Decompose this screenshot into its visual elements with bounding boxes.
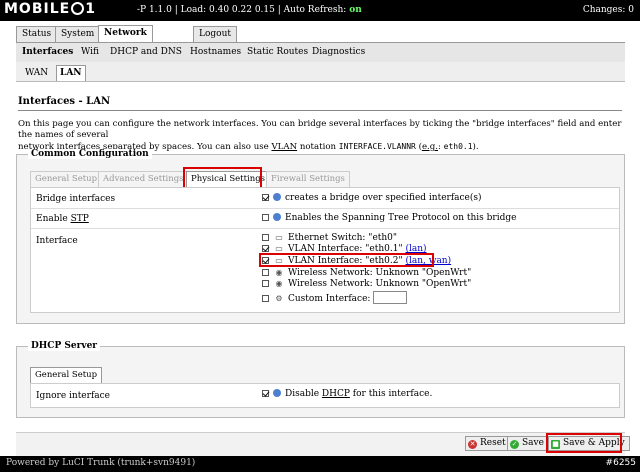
footer: Powered by LuCI Trunk (trunk+svn9491) #6… [0, 456, 640, 472]
iface-tab-wan[interactable]: WAN [22, 66, 51, 80]
vlan-icon: ▭ [275, 244, 283, 253]
changes-counter[interactable]: Changes: 0 [583, 5, 634, 15]
tab-dhcp-general-setup[interactable]: General Setup [30, 367, 103, 383]
subtab-diagnostics[interactable]: Diagnostics [312, 47, 365, 57]
ignore-interface-label: Ignore interface [36, 391, 111, 401]
help-icon [273, 389, 281, 397]
page-title: Interfaces - LAN [18, 96, 111, 107]
wifi-1-checkbox[interactable] [262, 269, 269, 276]
reset-button[interactable]: ✕ Reset [465, 436, 511, 451]
page-description: On this page you can configure the netwo… [18, 119, 622, 152]
help-icon [273, 193, 281, 201]
powered-by: Powered by LuCI Trunk (trunk+svn9491) [6, 458, 196, 468]
wifi-2-checkbox[interactable] [262, 280, 269, 287]
highlight-physical-settings [183, 167, 262, 189]
enable-stp-label: Enable STP [36, 214, 89, 224]
bridge-interfaces-field: creates a bridge over specified interfac… [262, 193, 482, 203]
interface-option-custom[interactable]: ⚙ Custom Interface: [262, 291, 408, 304]
ignore-interface-field: Disable DHCP for this interface. [262, 389, 432, 399]
tab-status[interactable]: Status [16, 26, 58, 42]
subtab-interfaces[interactable]: Interfaces [22, 47, 73, 57]
eth0-1-checkbox[interactable] [262, 245, 269, 252]
auto-refresh-toggle[interactable]: on [349, 5, 362, 15]
tab-network[interactable]: Network [98, 25, 153, 43]
interface-label: Interface [36, 236, 78, 246]
tab-advanced-settings[interactable]: Advanced Settings [98, 171, 189, 187]
save-icon: ✓ [510, 440, 519, 449]
subtab-dhcp-dns[interactable]: DHCP and DNS [110, 47, 182, 57]
top-bar: MOBILE 1 -P 1.1.0 | Load: 0.40 0.22 0.15 … [0, 0, 640, 21]
ignore-interface-checkbox[interactable] [262, 390, 269, 397]
subtab-wifi[interactable]: Wifi [81, 47, 99, 57]
custom-interface-icon: ⚙ [275, 294, 283, 303]
switch-icon: ▭ [275, 233, 283, 242]
highlight-eth0-2 [259, 253, 434, 267]
iface-tab-lan[interactable]: LAN [56, 65, 86, 81]
wifi-icon: ◉ [275, 268, 283, 277]
subtab-hostnames[interactable]: Hostnames [190, 47, 241, 57]
save-button[interactable]: ✓ Save [507, 436, 549, 451]
stp-checkbox[interactable] [262, 214, 269, 221]
common-config-legend: Common Configuration [28, 149, 152, 159]
system-status: -P 1.1.0 | Load: 0.40 0.22 0.15 | Auto R… [137, 5, 362, 15]
bridge-interfaces-label: Bridge interfaces [36, 194, 116, 204]
interface-option-eth0[interactable]: ▭ Ethernet Switch: "eth0" [262, 233, 397, 243]
stp-field: Enables the Spanning Tree Protocol on th… [262, 213, 516, 223]
title-divider [18, 110, 622, 111]
interface-option-wifi-2[interactable]: ◉ Wireless Network: Unknown "OpenWrt" [262, 279, 471, 289]
dhcp-server-legend: DHCP Server [28, 341, 101, 351]
bridge-checkbox[interactable] [262, 194, 269, 201]
tab-system[interactable]: System [55, 26, 101, 42]
eth0-checkbox[interactable] [262, 234, 269, 241]
watermark: #6255 [605, 458, 636, 468]
subtab-static-routes[interactable]: Static Routes [247, 47, 308, 57]
interface-tab-bar [16, 62, 625, 82]
custom-checkbox[interactable] [262, 295, 269, 302]
site-logo: MOBILE 1 [4, 1, 96, 17]
tab-firewall-settings[interactable]: Firewall Settings [266, 171, 350, 187]
help-icon [273, 213, 281, 221]
reset-icon: ✕ [468, 440, 477, 449]
tab-logout[interactable]: Logout [193, 26, 237, 42]
highlight-save-apply [546, 433, 622, 453]
custom-interface-input[interactable] [373, 291, 408, 304]
interface-option-wifi-1[interactable]: ◉ Wireless Network: Unknown "OpenWrt" [262, 268, 471, 278]
wifi-icon: ◉ [275, 279, 283, 288]
tab-general-setup[interactable]: General Setup [30, 171, 103, 187]
